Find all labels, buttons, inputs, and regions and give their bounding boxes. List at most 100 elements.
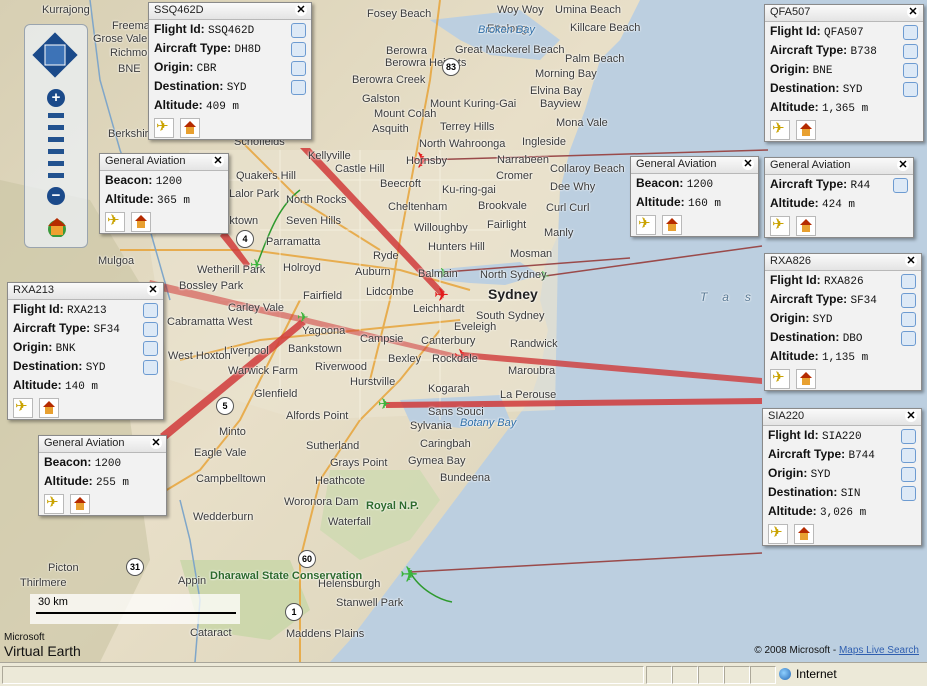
subscribe-icon[interactable] [143, 322, 158, 337]
field-value: 3,026 m [820, 507, 867, 519]
home-icon[interactable] [662, 215, 682, 235]
subscribe-icon[interactable] [143, 341, 158, 356]
home-icon[interactable] [794, 524, 814, 544]
field-value: SYD [812, 314, 833, 326]
close-icon[interactable]: ✕ [212, 155, 224, 167]
brand-logo: Microsoft Virtual Earth [4, 632, 81, 659]
subscribe-icon[interactable] [903, 44, 918, 59]
subscribe-icon[interactable] [901, 467, 916, 482]
field-label: Aircraft Type: [770, 292, 848, 306]
subscribe-icon[interactable] [901, 274, 916, 289]
subscribe-icon[interactable] [291, 61, 306, 76]
place-label: Mount Kuring-Gai [430, 98, 517, 110]
field-value: 409 m [206, 101, 240, 113]
zoom-level-tick[interactable] [48, 173, 64, 178]
subscribe-icon[interactable] [291, 23, 306, 38]
place-label: Ingleside [522, 136, 567, 148]
close-icon[interactable]: ✕ [907, 6, 919, 18]
home-icon[interactable] [131, 212, 151, 232]
zoom-level-tick[interactable] [48, 137, 64, 142]
map-canvas[interactable]: ✈ ✈ ✈ ✈ ✈ ✈ ✈ ✈ ✈ Kurrajong Grose Vale Ric… [0, 0, 927, 662]
popup-header: General Aviation ✕ [39, 436, 166, 453]
close-icon[interactable]: ✕ [295, 4, 307, 16]
zoom-out-button[interactable]: − [47, 187, 65, 205]
field-label: Flight Id: [768, 428, 819, 442]
field-value: B744 [848, 450, 875, 462]
subscribe-icon[interactable] [903, 82, 918, 97]
zoom-level-tick[interactable] [48, 149, 64, 154]
subscribe-icon[interactable] [903, 63, 918, 78]
home-icon[interactable] [180, 118, 200, 138]
popup-field: Altitude: 409 m [149, 96, 311, 115]
close-icon[interactable]: ✕ [905, 255, 917, 267]
popup-actions [765, 117, 923, 141]
track-aircraft-icon[interactable] [105, 211, 125, 232]
home-icon[interactable] [796, 216, 816, 236]
home-icon[interactable] [47, 217, 67, 237]
zoom-in-button[interactable]: + [47, 89, 65, 107]
popup-header: General Aviation ✕ [631, 157, 758, 174]
subscribe-icon[interactable] [901, 429, 916, 444]
track-aircraft-icon[interactable] [770, 215, 790, 236]
close-icon[interactable]: ✕ [897, 159, 909, 171]
field-label: Origin: [770, 311, 810, 325]
security-zone-label: Internet [796, 667, 837, 681]
popup-field: Altitude: 3,026 m [763, 502, 921, 521]
track-aircraft-icon[interactable] [770, 368, 790, 389]
place-label: Holroyd [283, 262, 321, 274]
popup-field: Altitude: 424 m [765, 194, 913, 213]
subscribe-icon[interactable] [893, 178, 908, 193]
field-value: 1,365 m [822, 103, 869, 115]
subscribe-icon[interactable] [901, 312, 916, 327]
subscribe-icon[interactable] [901, 331, 916, 346]
field-value: 1200 [686, 179, 714, 191]
popup-actions [763, 521, 921, 545]
zoom-level-tick[interactable] [48, 125, 64, 130]
popup-actions [8, 395, 163, 419]
close-icon[interactable]: ✕ [150, 437, 162, 449]
place-label: Fairlight [487, 219, 527, 231]
popup-field: Aircraft Type: SF34 [765, 290, 921, 309]
place-label: Thirlmere [20, 577, 67, 589]
maps-live-search-link[interactable]: Maps Live Search [839, 645, 919, 656]
home-icon[interactable] [70, 494, 90, 514]
close-icon[interactable]: ✕ [905, 410, 917, 422]
status-pane [672, 666, 698, 684]
close-icon[interactable]: ✕ [147, 284, 159, 296]
home-icon[interactable] [39, 398, 59, 418]
zoom-level-tick[interactable] [48, 161, 64, 166]
track-aircraft-icon[interactable] [154, 117, 174, 138]
home-icon[interactable] [796, 120, 816, 140]
zoom-level-tick[interactable] [48, 113, 64, 118]
field-label: Destination: [13, 359, 83, 373]
subscribe-icon[interactable] [291, 80, 306, 95]
subscribe-icon[interactable] [901, 448, 916, 463]
track-aircraft-icon[interactable] [768, 523, 788, 544]
track-aircraft-icon[interactable] [44, 493, 64, 514]
field-value: RXA213 [67, 305, 107, 317]
place-label: Morning Bay [535, 68, 597, 80]
place-label: Berowra Creek [352, 74, 426, 86]
track-aircraft-icon[interactable] [636, 214, 656, 235]
subscribe-icon[interactable] [903, 25, 918, 40]
field-label: Beacon: [636, 176, 684, 190]
place-label: Narrabeen [497, 154, 549, 166]
place-label: Minto [219, 426, 246, 438]
subscribe-icon[interactable] [143, 303, 158, 318]
popup-ga1: General Aviation ✕ Beacon: 1200 Altitude: 3… [99, 153, 229, 234]
place-label: Umina Beach [555, 4, 622, 16]
popup-field: Destination: SYD [765, 79, 923, 98]
track-aircraft-icon[interactable] [770, 119, 790, 140]
subscribe-icon[interactable] [143, 360, 158, 375]
close-icon[interactable]: ✕ [742, 158, 754, 170]
field-value: CBR [196, 63, 217, 75]
track-aircraft-icon[interactable] [13, 397, 33, 418]
compass-pan-icon[interactable] [31, 31, 79, 79]
popup-field: Flight Id: SIA220 [763, 426, 921, 445]
subscribe-icon[interactable] [291, 42, 306, 57]
popup-field: Destination: DBO [765, 328, 921, 347]
home-icon[interactable] [796, 369, 816, 389]
subscribe-icon[interactable] [901, 486, 916, 501]
place-label: Heathcote [315, 475, 366, 487]
subscribe-icon[interactable] [901, 293, 916, 308]
